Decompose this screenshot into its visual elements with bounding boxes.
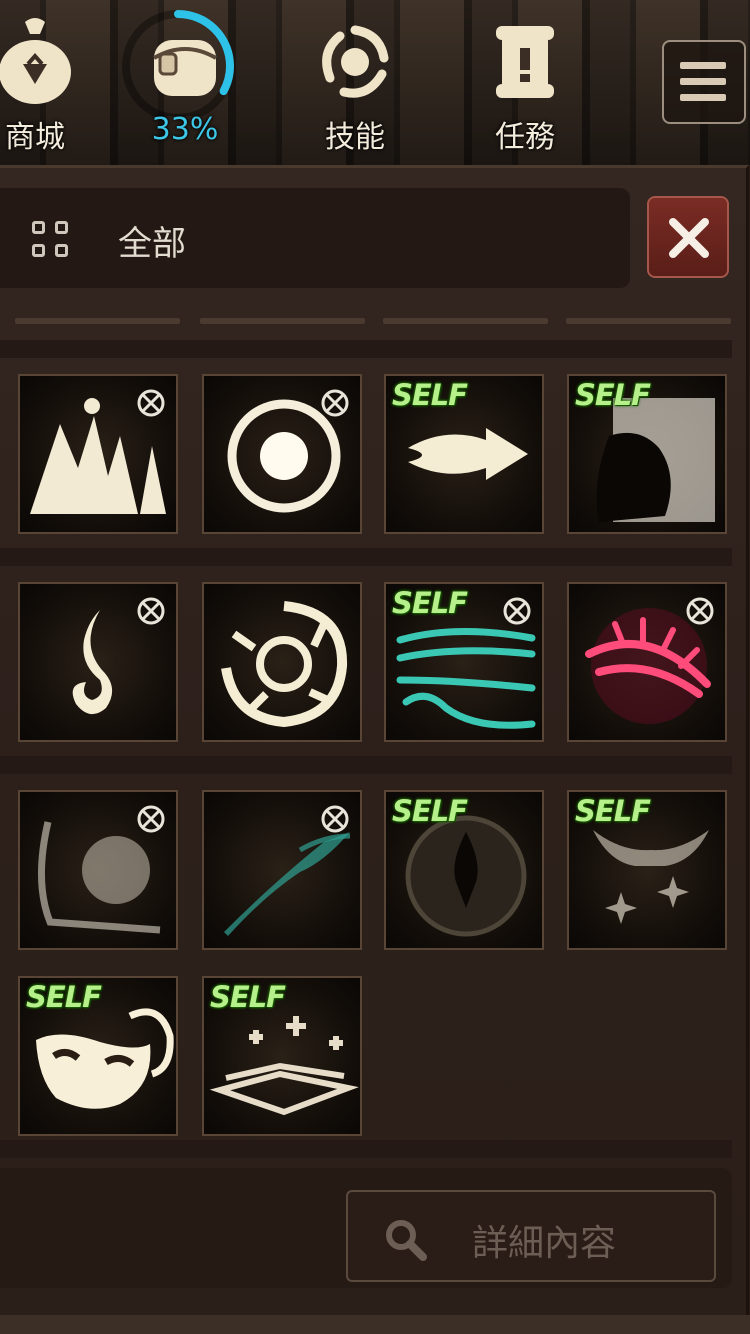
skill-slot[interactable]: SELF xyxy=(384,374,544,534)
tab-strip xyxy=(566,318,731,324)
row-divider xyxy=(0,340,732,358)
lock-icon xyxy=(321,805,349,833)
skill-slot[interactable] xyxy=(18,582,178,742)
row-divider xyxy=(0,756,732,774)
skill-slot[interactable]: SELF xyxy=(567,374,727,534)
lock-icon xyxy=(503,597,531,625)
bottom-frame xyxy=(0,1315,750,1334)
self-tag: SELF xyxy=(575,794,651,828)
tab-strip xyxy=(15,318,180,324)
close-button[interactable] xyxy=(647,196,729,278)
details-label: 詳細內容 xyxy=(472,1223,617,1264)
self-tag: SELF xyxy=(392,586,468,620)
skills-button[interactable]: 技能 xyxy=(300,12,410,155)
row-divider xyxy=(0,548,732,566)
details-button[interactable]: 詳細內容 xyxy=(346,1190,716,1282)
bag-button[interactable]: 33% xyxy=(122,10,240,152)
vortex-icon xyxy=(221,601,348,728)
skill-slot[interactable] xyxy=(202,582,362,742)
skill-slot[interactable]: SELF xyxy=(18,976,178,1136)
skill-slot[interactable]: SELF xyxy=(384,790,544,950)
skill-inventory-panel: 全部 SELF SELF SELF SELF SELF SELF SELF 詳細內容 xyxy=(0,165,749,1318)
pouch-icon xyxy=(152,40,218,96)
quests-button[interactable]: 任務 xyxy=(470,12,580,155)
lock-icon xyxy=(137,805,165,833)
skill-slot[interactable]: SELF xyxy=(567,790,727,950)
skill-slot[interactable] xyxy=(18,374,178,534)
self-tag: SELF xyxy=(392,794,468,828)
filter-dropdown[interactable]: 全部 xyxy=(0,188,630,288)
self-tag: SELF xyxy=(26,980,102,1014)
quests-label: 任務 xyxy=(495,120,555,155)
bag-percent-label: 33% xyxy=(151,112,219,147)
skills-label: 技能 xyxy=(325,120,385,155)
skill-slot[interactable] xyxy=(18,790,178,950)
scroll-icon xyxy=(496,26,554,98)
money-bag-icon xyxy=(0,18,71,104)
lock-icon xyxy=(686,597,714,625)
lock-icon xyxy=(137,389,165,417)
bottom-bar: 詳細內容 xyxy=(0,1168,732,1288)
shop-label: 商城 xyxy=(5,120,65,155)
grid-icon xyxy=(32,221,68,257)
menu-button[interactable] xyxy=(662,40,746,124)
skill-slot[interactable] xyxy=(202,374,362,534)
self-tag: SELF xyxy=(392,378,468,412)
tab-strip xyxy=(383,318,548,324)
skill-slot[interactable] xyxy=(567,582,727,742)
self-tag: SELF xyxy=(575,378,651,412)
filter-label: 全部 xyxy=(118,224,186,264)
self-tag: SELF xyxy=(210,980,286,1014)
tab-strip xyxy=(200,318,365,324)
close-icon xyxy=(669,218,709,258)
top-hud: 商城 33% 技能 任務 xyxy=(0,0,750,165)
skill-slot[interactable] xyxy=(202,790,362,950)
skill-slot[interactable]: SELF xyxy=(384,582,544,742)
row-divider xyxy=(0,1140,732,1158)
lock-icon xyxy=(321,389,349,417)
shop-button[interactable]: 商城 xyxy=(0,12,90,155)
search-icon xyxy=(386,1220,427,1261)
skill-slot[interactable]: SELF xyxy=(202,976,362,1136)
skill-orb-icon xyxy=(322,25,389,98)
lock-icon xyxy=(137,597,165,625)
